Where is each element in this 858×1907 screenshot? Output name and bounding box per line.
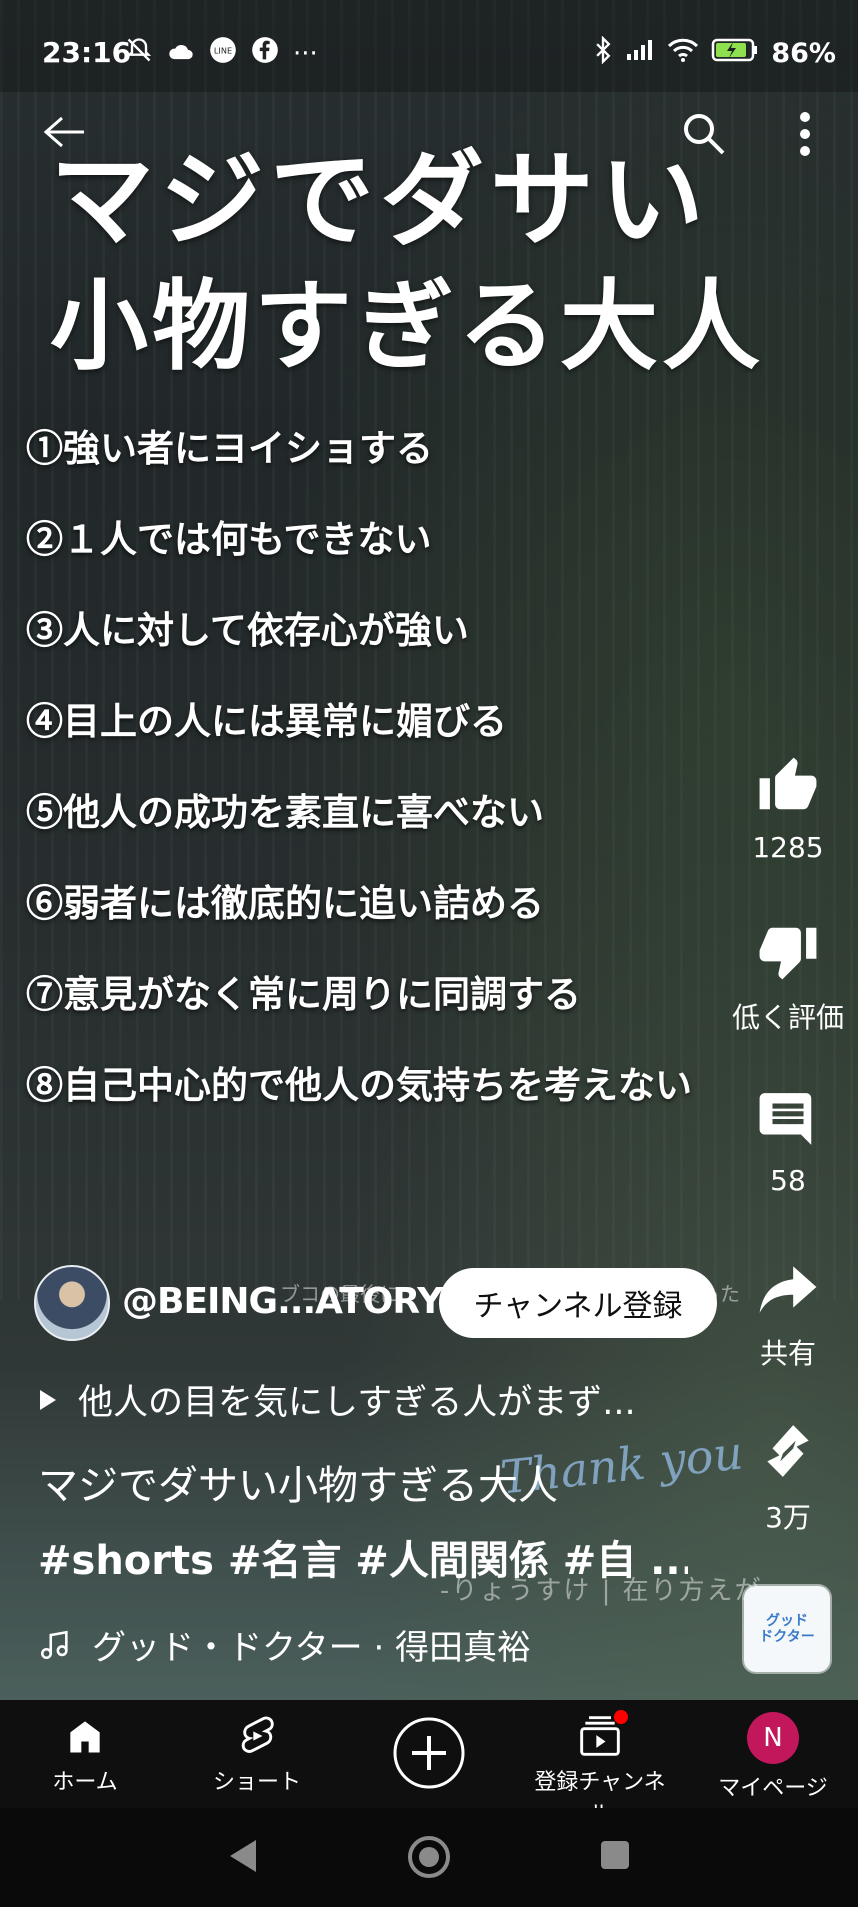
like-count: 1285 xyxy=(752,831,824,864)
shorts-icon xyxy=(241,1716,274,1753)
nav-shorts[interactable]: ショート xyxy=(182,1700,332,1808)
nav-home-label: ホーム xyxy=(52,1770,118,1795)
overlay-point: ⑦意見がなく常に周りに同調する xyxy=(26,972,581,1016)
dislike-label: 低く評価 xyxy=(731,1001,844,1034)
comments-button[interactable]: 58 xyxy=(718,1088,858,1197)
play-icon xyxy=(40,1389,56,1410)
share-button[interactable]: 共有 xyxy=(718,1256,858,1372)
nav-mypage[interactable]: N マイページ xyxy=(698,1700,848,1808)
music-note-icon xyxy=(40,1630,68,1659)
music-track-label: グッド・ドクター · 得田真裕 xyxy=(92,1628,532,1668)
wifi-icon xyxy=(667,37,699,70)
status-time: 23:16 xyxy=(42,36,132,69)
line-icon: LINE xyxy=(209,36,237,71)
system-back-icon[interactable] xyxy=(226,1836,260,1876)
overlay-point: ⑤他人の成功を素直に喜べない xyxy=(26,790,544,834)
comment-count: 58 xyxy=(770,1164,806,1197)
nav-mypage-label: マイページ xyxy=(718,1776,828,1801)
nav-shorts-label: ショート xyxy=(212,1770,301,1795)
music-link[interactable]: グッド・ドクター · 得田真裕 xyxy=(38,1620,531,1669)
thumbs-up-icon xyxy=(759,757,817,810)
status-right-icons: 86% xyxy=(593,35,836,71)
nav-create-button[interactable] xyxy=(354,1700,504,1808)
album-text-line2: ドクター xyxy=(759,1629,815,1645)
overlay-title-line2: 小物すぎる大人 xyxy=(50,269,765,384)
dislike-button[interactable]: 低く評価 xyxy=(718,920,858,1036)
related-video-link[interactable]: 他人の目を気にしすぎる人がまず... xyxy=(40,1374,636,1425)
share-label: 共有 xyxy=(759,1337,816,1370)
bluetooth-icon xyxy=(593,35,613,71)
system-navigation-bar xyxy=(0,1808,858,1907)
share-icon xyxy=(759,1266,817,1313)
home-icon xyxy=(70,1721,100,1753)
comment-icon xyxy=(759,1093,812,1145)
status-bar: 23:16 LINE ··· 86% xyxy=(0,0,858,92)
bottom-navigation: ホーム ショート 登録チャンネル N マイページ xyxy=(0,1700,858,1827)
cloud-icon xyxy=(167,39,195,69)
overlay-point: ③人に対して依存心が強い xyxy=(26,608,469,652)
signal-icon xyxy=(625,38,655,69)
battery-percentage: 86% xyxy=(771,38,836,69)
battery-icon xyxy=(711,37,759,70)
create-plus-icon xyxy=(393,1717,465,1789)
nav-home[interactable]: ホーム xyxy=(10,1700,160,1808)
channel-handle[interactable]: @BEING...ATORY xyxy=(122,1281,443,1322)
subscribe-button[interactable]: チャンネル登録 xyxy=(439,1268,717,1338)
remix-icon xyxy=(767,1425,809,1477)
system-recents-icon[interactable] xyxy=(598,1838,632,1872)
overlay-points-list: ①強い者にヨイショする ②１人では何もできない ③人に対して依存心が強い ④目上… xyxy=(26,418,766,1146)
overlay-point: ④目上の人には異常に媚びる xyxy=(26,699,507,743)
music-album-thumbnail[interactable]: グッド ドクター xyxy=(744,1586,830,1672)
channel-avatar[interactable] xyxy=(34,1265,110,1341)
user-avatar: N xyxy=(747,1712,799,1764)
remix-count: 3万 xyxy=(765,1501,811,1534)
subscriptions-notification-dot xyxy=(614,1710,628,1724)
channel-row: @BEING...ATORY チャンネル登録 xyxy=(34,1265,724,1345)
facebook-icon xyxy=(251,36,279,71)
overlay-point: ②１人では何もできない xyxy=(26,517,432,561)
overlay-point: ⑧自己中心的で他人の気持ちを考えない xyxy=(26,1063,692,1107)
like-button[interactable]: 1285 xyxy=(718,755,858,864)
album-text-line1: グッド xyxy=(766,1613,808,1629)
related-video-title: 他人の目を気にしすぎる人がまず... xyxy=(78,1383,636,1423)
video-hashtags[interactable]: #shorts #名言 #人間関係 #自 ... xyxy=(38,1528,688,1586)
bell-off-icon xyxy=(125,36,153,71)
overlay-point: ①強い者にヨイショする xyxy=(26,426,433,470)
nav-subscriptions[interactable]: 登録チャンネル xyxy=(524,1700,676,1827)
system-home-icon[interactable] xyxy=(406,1834,452,1880)
more-dots-icon: ··· xyxy=(293,38,318,69)
thumbs-down-icon xyxy=(759,927,817,980)
status-left-icons: LINE ··· xyxy=(125,36,318,71)
video-title[interactable]: マジでダサい小物すぎる大人 xyxy=(38,1460,698,1512)
overlay-point: ⑥弱者には徹底的に追い詰める xyxy=(26,881,544,925)
overlay-title-line1: マジでダサい xyxy=(50,138,711,261)
svg-text:LINE: LINE xyxy=(214,46,232,56)
remix-button[interactable]: 3万 xyxy=(718,1420,858,1536)
